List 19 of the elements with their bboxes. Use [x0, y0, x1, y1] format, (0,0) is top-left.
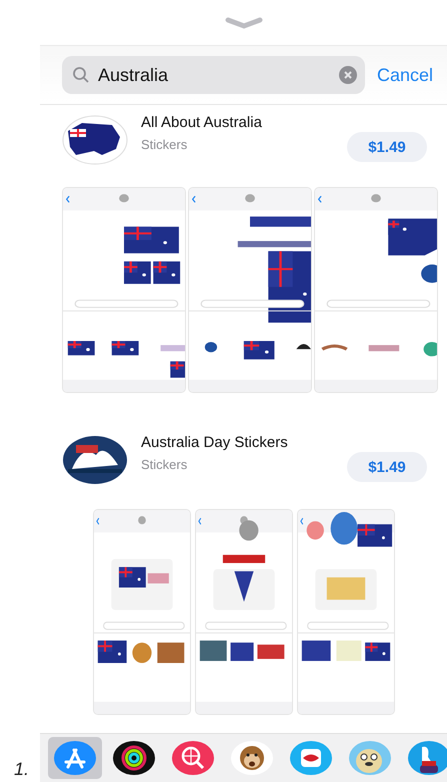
price-button[interactable]: $1.49 — [347, 452, 427, 482]
search-icon — [72, 66, 90, 84]
screenshot-drawing[interactable] — [297, 509, 395, 715]
screenshot-drawing[interactable] — [62, 187, 186, 393]
page-number: 1. — [14, 759, 30, 780]
screenshot-drawing[interactable] — [195, 509, 293, 715]
screenshot-drawing[interactable] — [314, 187, 438, 393]
search-field[interactable]: Australia — [62, 56, 365, 94]
app-category: Stickers — [141, 137, 188, 152]
app-title[interactable]: Australia Day Stickers — [141, 434, 334, 451]
clear-icon[interactable] — [338, 66, 357, 84]
app-icon[interactable] — [62, 435, 128, 485]
app-title[interactable]: All About Australia — [141, 114, 334, 131]
price-button[interactable]: $1.49 — [347, 132, 427, 162]
screenshot-drawing[interactable] — [188, 187, 312, 393]
app-icon[interactable] — [62, 115, 128, 165]
app-category: Stickers — [141, 457, 188, 472]
screenshot-drawing[interactable] — [93, 509, 191, 715]
cancel-button[interactable]: Cancel — [376, 64, 433, 86]
